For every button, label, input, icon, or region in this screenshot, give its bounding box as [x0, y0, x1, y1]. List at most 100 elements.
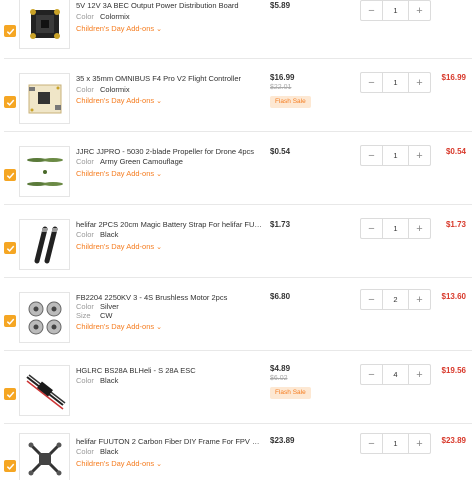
- row-divider: [4, 58, 472, 59]
- chevron-down-icon: ⌄: [156, 26, 163, 33]
- product-attr-color: Color Army Green Camouflage: [76, 157, 183, 167]
- unit-price: $6.80: [270, 292, 291, 301]
- attr-value: Black: [100, 376, 119, 385]
- quantity-stepper: − +: [360, 289, 431, 310]
- original-price: $6.02: [270, 375, 288, 382]
- attr-key: Color: [76, 376, 94, 385]
- quantity-input[interactable]: [383, 434, 408, 453]
- item-checkbox[interactable]: [4, 460, 16, 472]
- addon-dropdown[interactable]: Children's Day Add-ons ⌄: [76, 24, 162, 35]
- product-title[interactable]: 35 x 35mm OMNIBUS F4 Pro V2 Flight Contr…: [76, 74, 262, 84]
- attr-key: Color: [76, 157, 94, 166]
- attr-key: Color: [76, 12, 94, 21]
- quantity-input[interactable]: [383, 146, 408, 165]
- item-subtotal: $23.89: [441, 436, 466, 445]
- plus-icon[interactable]: +: [408, 290, 430, 309]
- minus-icon[interactable]: −: [361, 290, 383, 309]
- flash-sale-badge: Flash Sale: [270, 387, 311, 399]
- chevron-down-icon: ⌄: [156, 461, 163, 468]
- product-image[interactable]: [19, 219, 70, 270]
- product-title[interactable]: 5V 12V 3A BEC Output Power Distribution …: [76, 1, 262, 11]
- quantity-stepper: − +: [360, 364, 431, 385]
- plus-icon[interactable]: +: [408, 434, 430, 453]
- quantity-input[interactable]: [383, 365, 408, 384]
- addon-label: Children's Day Add-ons: [76, 242, 155, 251]
- plus-icon[interactable]: +: [408, 219, 430, 238]
- product-attr-color: Color Colormix: [76, 85, 130, 95]
- minus-icon[interactable]: −: [361, 1, 383, 20]
- product-title[interactable]: helifar FUUTON 2 Carbon Fiber DIY Frame …: [76, 437, 262, 447]
- check-icon: [6, 245, 14, 252]
- plus-icon[interactable]: +: [408, 1, 430, 20]
- addon-dropdown[interactable]: Children's Day Add-ons ⌄: [76, 169, 162, 180]
- item-checkbox[interactable]: [4, 96, 16, 108]
- minus-icon[interactable]: −: [361, 434, 383, 453]
- item-checkbox[interactable]: [4, 242, 16, 254]
- product-image[interactable]: [19, 73, 70, 124]
- quantity-input[interactable]: [383, 73, 408, 92]
- quantity-stepper: − +: [360, 145, 431, 166]
- product-title[interactable]: JJRC JJPRO - 5030 2-blade Propeller for …: [76, 147, 262, 157]
- flight-controller-image: [28, 84, 61, 113]
- addon-label: Children's Day Add-ons: [76, 322, 155, 331]
- addon-dropdown[interactable]: Children's Day Add-ons ⌄: [76, 459, 162, 470]
- check-icon: [6, 463, 14, 470]
- item-subtotal: $16.99: [441, 73, 466, 82]
- unit-price: $0.54: [270, 147, 291, 156]
- attr-value: Black: [100, 230, 119, 239]
- addon-dropdown[interactable]: Children's Day Add-ons ⌄: [76, 96, 162, 107]
- chevron-down-icon: ⌄: [156, 324, 163, 331]
- quantity-input[interactable]: [383, 290, 408, 309]
- unit-price: $23.89: [270, 436, 295, 445]
- original-price: $22.01: [270, 84, 292, 91]
- check-icon: [6, 28, 14, 35]
- quantity-input[interactable]: [383, 1, 408, 20]
- row-divider: [4, 277, 472, 278]
- product-image[interactable]: [19, 365, 70, 416]
- plus-icon[interactable]: +: [408, 73, 430, 92]
- quantity-input[interactable]: [383, 219, 408, 238]
- quantity-stepper: − +: [360, 218, 431, 239]
- product-attr-color: Color Black: [76, 447, 118, 457]
- minus-icon[interactable]: −: [361, 73, 383, 92]
- product-image[interactable]: [19, 146, 70, 197]
- chevron-down-icon: ⌄: [156, 244, 163, 251]
- check-icon: [6, 172, 14, 179]
- addon-dropdown[interactable]: Children's Day Add-ons ⌄: [76, 242, 162, 253]
- product-image[interactable]: [19, 292, 70, 343]
- product-title[interactable]: helifar 2PCS 20cm Magic Battery Strap Fo…: [76, 220, 262, 230]
- item-subtotal: $0.54: [445, 147, 466, 156]
- pdb-board-image: [29, 8, 60, 39]
- plus-icon[interactable]: +: [408, 146, 430, 165]
- item-checkbox[interactable]: [4, 25, 16, 37]
- plus-icon[interactable]: +: [408, 365, 430, 384]
- attr-value: Colormix: [100, 12, 130, 21]
- item-checkbox[interactable]: [4, 388, 16, 400]
- addon-label: Children's Day Add-ons: [76, 96, 155, 105]
- brushless-motor-image: [28, 301, 61, 334]
- attr-value: Army Green Camouflage: [100, 157, 183, 166]
- addon-dropdown[interactable]: Children's Day Add-ons ⌄: [76, 322, 162, 333]
- row-divider: [4, 131, 472, 132]
- unit-price: $5.89: [270, 1, 291, 10]
- minus-icon[interactable]: −: [361, 219, 383, 238]
- product-title[interactable]: HGLRC BS28A BLHeli - S 28A ESC: [76, 366, 262, 376]
- row-divider: [4, 423, 472, 424]
- item-checkbox[interactable]: [4, 169, 16, 181]
- chevron-down-icon: ⌄: [156, 171, 163, 178]
- minus-icon[interactable]: −: [361, 365, 383, 384]
- attr-value: Black: [100, 447, 119, 456]
- product-image[interactable]: [19, 433, 70, 480]
- check-icon: [6, 318, 14, 325]
- attr-value: Silver: [100, 302, 119, 311]
- product-image[interactable]: [19, 0, 70, 49]
- item-checkbox[interactable]: [4, 315, 16, 327]
- unit-price: $16.99: [270, 73, 295, 82]
- battery-strap-image: [34, 226, 57, 263]
- check-icon: [6, 99, 14, 106]
- unit-price: $4.89: [270, 364, 291, 373]
- unit-price: $1.73: [270, 220, 291, 229]
- minus-icon[interactable]: −: [361, 146, 383, 165]
- addon-label: Children's Day Add-ons: [76, 24, 155, 33]
- product-attr-color: Color Black: [76, 376, 118, 386]
